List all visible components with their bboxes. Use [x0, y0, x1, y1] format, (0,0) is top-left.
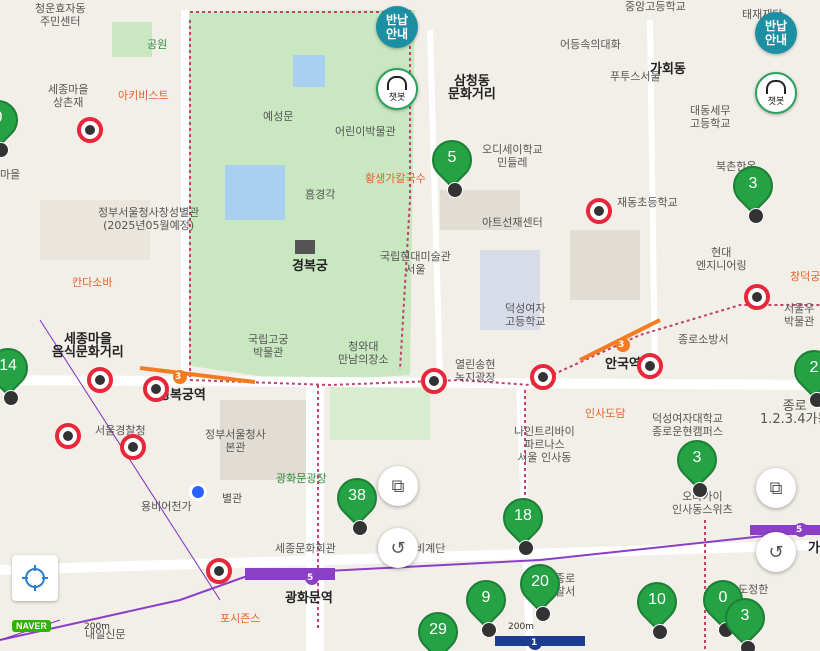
label-odisei: 오디세이학교 민들레 [482, 143, 543, 169]
map-view[interactable]: 3 3 5 5 1 청운효자동 주민센터 공원 아키비스트 세종마을 상촌재 마… [0, 0, 820, 651]
label-artsonje: 아트선재센터 [482, 216, 543, 229]
bike-station-pin[interactable]: 3 [716, 589, 774, 651]
label-gahoedong: 가회동 [650, 62, 686, 77]
refresh-icon: ↺ [768, 541, 784, 563]
refresh-button[interactable]: ↺ [378, 528, 418, 568]
bike-marker[interactable] [55, 423, 81, 449]
label-jungang-hs: 중앙고등학교 [625, 0, 686, 13]
label-park: 공원 [147, 38, 168, 51]
label-mmca: 국립현대미술관 서울 [380, 250, 451, 276]
bike-marker[interactable] [206, 558, 232, 584]
label-gwanghwamun-station: 광화문역 [285, 591, 333, 606]
label-archivist: 아키비스트 [118, 89, 169, 102]
label-anguk-station: 안국역 [605, 357, 641, 372]
label-gwanghwamun-cap: 가 [808, 541, 820, 556]
crosshair-icon [22, 565, 48, 591]
label-gyeongbokgung: 경복궁 [292, 259, 328, 274]
bike-station-pin[interactable]: 20 [511, 555, 569, 622]
label-yesungmun: 예성문 [263, 110, 294, 123]
bike-station-pin[interactable]: 9 [457, 571, 515, 638]
bike-station-pin[interactable]: 18 [494, 489, 552, 556]
layers-icon: ⧉ [391, 475, 405, 497]
line-5-num-w: 5 [307, 573, 314, 583]
bike-station-pin[interactable]: 5 [423, 131, 481, 198]
palace-icon [295, 240, 315, 254]
bike-station-pin[interactable]: 3 [668, 431, 726, 498]
label-sejong-center: 세종문화회관 [275, 542, 336, 555]
line-3-num-e: 3 [618, 340, 625, 350]
label-bijeon: 비계단 [415, 542, 446, 555]
label-duksung-univ: 덕성여자대학교 종로운현캠퍼스 [652, 412, 723, 438]
bike-marker[interactable] [530, 364, 556, 390]
headset-icon [387, 76, 407, 90]
label-samcheong: 삼청동 문화거리 [448, 74, 496, 102]
bike-marker[interactable] [421, 368, 447, 394]
bike-marker[interactable] [586, 198, 612, 224]
layers-button[interactable]: ⧉ [378, 466, 418, 506]
label-nineteen: 나인트리바이 파르나스 서울 인사동 [514, 425, 575, 464]
layers-icon: ⧉ [769, 477, 783, 499]
label-eodeuk: 어등속의대화 [560, 38, 621, 51]
label-sejong-culture: 세종마을 음식문화거리 [52, 332, 124, 360]
label-cheongwadae: 청와대 만남의장소 [338, 340, 389, 366]
chatbot-button-right[interactable]: 챗봇 [755, 72, 797, 114]
bike-marker[interactable] [77, 117, 103, 143]
scale-label: 200m [84, 622, 110, 632]
label-hyundai: 현대 엔지니어링 [696, 246, 747, 272]
bike-station-pin[interactable]: 3 [724, 157, 782, 224]
bike-station-pin[interactable]: 29 [418, 612, 458, 651]
bike-station-pin[interactable]: 2 [785, 341, 820, 408]
pond-lower [225, 165, 285, 220]
label-village: 마을 [0, 168, 21, 181]
label-yongbi: 용비어천가 [141, 500, 192, 513]
scale-label-right: 200m [508, 622, 534, 632]
label-jaedong: 재동초등학교 [617, 196, 678, 209]
bike-station-pin[interactable]: 38 [328, 469, 386, 536]
label-children-museum: 어린이박물관 [335, 125, 396, 138]
label-gov-annex: 정부서울청사창성별관 (2025년05월예정) [98, 206, 200, 232]
label-jongno-fire: 종로소방서 [678, 333, 729, 346]
bike-marker[interactable] [120, 434, 146, 460]
chatbot-button[interactable]: 챗봇 [376, 68, 418, 110]
headset-icon [766, 80, 786, 94]
layers-button-right[interactable]: ⧉ [756, 468, 796, 508]
label-changdeok: 창덕궁 [790, 270, 820, 283]
refresh-button-right[interactable]: ↺ [756, 532, 796, 572]
label-palace-museum: 국립고궁 박물관 [248, 333, 289, 359]
label-gov-complex: 정부서울청사 본관 [205, 428, 266, 454]
label-songhyeon: 열린송현 녹지광장 [455, 358, 496, 384]
label-kandasoba: 칸다소바 [72, 276, 113, 289]
pond-upper [293, 55, 325, 87]
line-5-num-e: 5 [796, 525, 803, 535]
bike-marker[interactable] [87, 367, 113, 393]
bike-station-pin[interactable]: 0 [0, 91, 27, 158]
label-gwanghwamun-plaza: 광화문광장 [276, 472, 327, 485]
bike-marker[interactable] [143, 376, 169, 402]
label-daedong: 대동세무 고등학교 [690, 104, 731, 130]
naver-logo: NAVER [12, 620, 51, 632]
label-cheongun: 청운효자동 주민센터 [35, 2, 86, 28]
bike-station-pin[interactable]: 10 [628, 573, 686, 640]
bike-marker[interactable] [744, 284, 770, 310]
label-seoul-museum: 서울우 박물관 [784, 302, 815, 328]
current-location-button[interactable] [12, 555, 58, 601]
return-info-button[interactable]: 반납 안내 [376, 6, 418, 48]
label-insadong-dam: 인사도담 [585, 407, 626, 420]
my-location-dot [192, 486, 204, 498]
refresh-icon: ↺ [390, 537, 406, 559]
label-heumgyeonggak: 흠경각 [305, 188, 336, 201]
line-1-num: 1 [531, 638, 538, 648]
label-sejong-village: 세종마을 상촌재 [48, 83, 89, 109]
line-3-num-w: 3 [175, 372, 182, 382]
label-hwangsaeng: 황생가칼국수 [365, 172, 426, 185]
bike-marker[interactable] [637, 353, 663, 379]
label-duksung-hs: 덕성여자 고등학교 [505, 302, 546, 328]
label-posijeuns: 포시즌스 [220, 612, 261, 625]
return-info-button-right[interactable]: 반납 안내 [755, 12, 797, 54]
bike-station-pin[interactable]: 14 [0, 339, 37, 406]
label-annex: 별관 [222, 492, 243, 505]
